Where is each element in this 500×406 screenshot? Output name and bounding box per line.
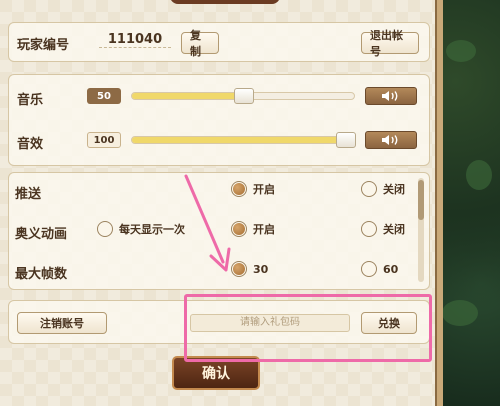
- panel-top-tab: [170, 0, 280, 4]
- player-section: 玩家编号 111040 复制 退出帐号: [8, 22, 430, 62]
- cancel-account-button[interactable]: 注销账号: [17, 312, 107, 334]
- fps-60-label: 60: [383, 262, 399, 276]
- push-on-label: 开启: [253, 183, 275, 196]
- ultimate-daily-label: 每天显示一次: [119, 223, 185, 236]
- music-slider[interactable]: [131, 88, 355, 104]
- push-label: 推送: [15, 187, 42, 202]
- music-slider-fill: [132, 93, 244, 99]
- sfx-value: 100: [87, 132, 121, 148]
- sfx-label: 音效: [17, 137, 44, 152]
- music-label: 音乐: [17, 93, 44, 108]
- game-scene-background: [436, 0, 500, 406]
- fps-30-label: 30: [253, 262, 269, 276]
- music-value: 50: [87, 88, 121, 104]
- speaker-icon: [382, 91, 398, 101]
- ultimate-anim-label: 奥义动画: [15, 227, 68, 242]
- fps-30-option[interactable]: 30: [231, 261, 268, 277]
- radio-unselected[interactable]: [361, 261, 377, 277]
- ultimate-on-label: 开启: [253, 223, 275, 236]
- sfx-speaker-button[interactable]: [365, 131, 417, 149]
- audio-section: 音乐 50 音效 100: [8, 74, 430, 166]
- options-scrollbar[interactable]: [418, 178, 424, 282]
- speaker-icon: [382, 135, 398, 145]
- logout-button[interactable]: 退出帐号: [361, 29, 419, 58]
- max-fps-label: 最大帧数: [15, 267, 68, 282]
- fps-60-option[interactable]: 60: [361, 261, 398, 277]
- radio-unselected[interactable]: [361, 181, 377, 197]
- options-section: 推送 开启 关闭 奥义动画 每天显示一次 开启 关闭 最大帧数 30 60: [8, 172, 430, 290]
- ultimate-off-option[interactable]: 关闭: [361, 221, 405, 237]
- copy-button[interactable]: 复制: [181, 29, 219, 58]
- radio-unselected[interactable]: [97, 221, 113, 237]
- ultimate-on-option[interactable]: 开启: [231, 221, 275, 237]
- push-off-option[interactable]: 关闭: [361, 181, 405, 197]
- radio-selected[interactable]: [231, 221, 247, 237]
- push-on-option[interactable]: 开启: [231, 181, 275, 197]
- ultimate-off-label: 关闭: [383, 223, 405, 236]
- sfx-slider-knob[interactable]: [336, 132, 356, 148]
- radio-selected[interactable]: [231, 261, 247, 277]
- player-id-value: 111040: [99, 32, 171, 48]
- music-slider-knob[interactable]: [234, 88, 254, 104]
- ultimate-daily-option[interactable]: 每天显示一次: [97, 221, 185, 237]
- push-off-label: 关闭: [383, 183, 405, 196]
- annotation-highlight-box: [184, 294, 432, 362]
- radio-unselected[interactable]: [361, 221, 377, 237]
- music-speaker-button[interactable]: [365, 87, 417, 105]
- scrollbar-thumb[interactable]: [418, 180, 424, 220]
- sfx-slider-fill: [132, 137, 346, 143]
- radio-selected[interactable]: [231, 181, 247, 197]
- sfx-slider[interactable]: [131, 132, 356, 148]
- player-id-label: 玩家编号: [17, 38, 70, 53]
